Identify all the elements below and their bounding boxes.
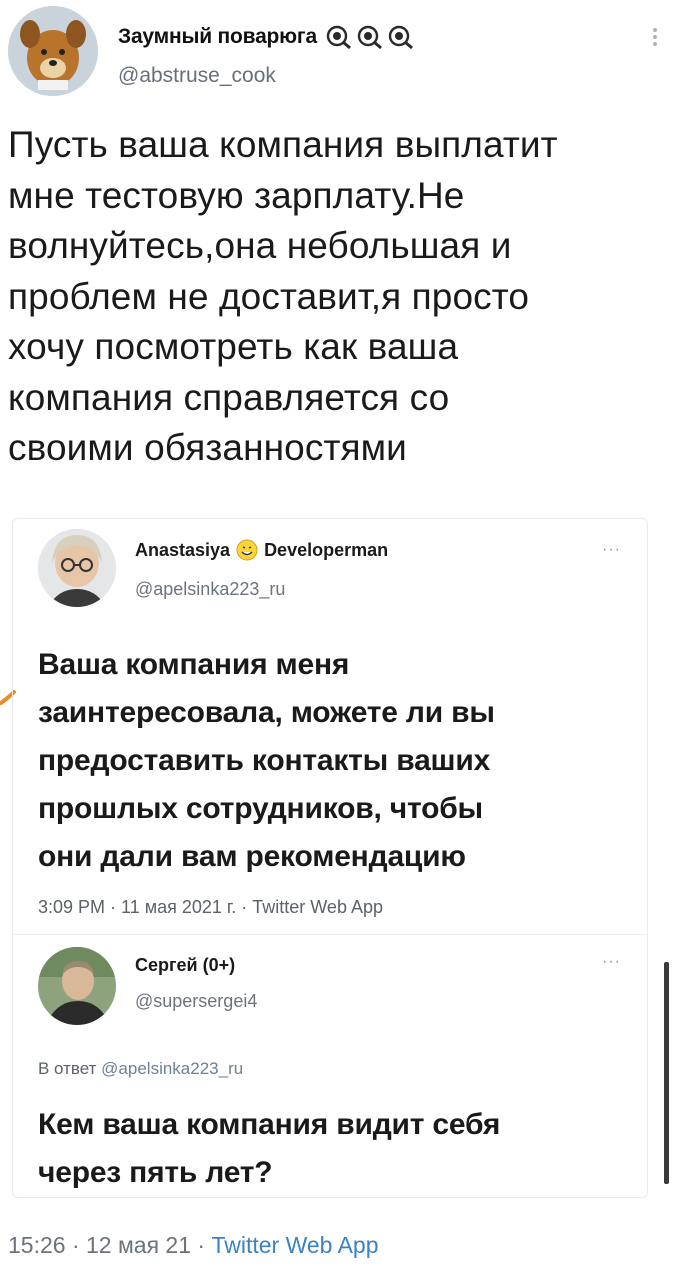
tweet-screenshot: Заумный поварюга @abstruse_cook Пусть ва… <box>0 0 673 1280</box>
tweet-meta: 15:26 · 12 мая 21 · Twitter Web App <box>8 1232 379 1259</box>
quoted-more-options-icon[interactable]: ··· <box>602 541 621 559</box>
replying-to: В ответ @apelsinka223_ru <box>38 1059 243 1079</box>
author-handle[interactable]: @abstruse_cook <box>118 64 276 88</box>
author-avatar[interactable] <box>8 6 98 96</box>
reply-author-name[interactable]: Сергей (0+) <box>135 955 235 976</box>
tweet-text-line: мне тестовую зарплату.Не <box>8 174 465 216</box>
replying-prefix: В ответ <box>38 1059 102 1078</box>
more-options-icon[interactable] <box>653 28 659 49</box>
quoted-text-line: предоставить контакты ваших <box>38 744 491 777</box>
embedded-screenshot[interactable]: Anastasiya Developerman @apelsinka223_ru… <box>12 518 648 1198</box>
quoted-text-line: Ваша компания меня <box>38 648 350 681</box>
quoted-tweet-text: Ваша компания меня заинтересовала, может… <box>38 641 618 881</box>
tweet-text: Пусть ваша компания выплатит мне тестову… <box>8 120 658 474</box>
tweet-text-line: Пусть ваша компания выплатит <box>8 124 558 165</box>
reply-author-handle[interactable]: @supersergei4 <box>135 991 257 1012</box>
reply-text-line: Кем ваша компания видит себя <box>38 1108 501 1141</box>
magnifier-badge-icon <box>326 25 351 50</box>
divider <box>13 934 647 935</box>
quoted-text-line: они дали вам рекомендацию <box>38 840 466 873</box>
badge-group <box>325 24 415 50</box>
tweet-text-line: компания справляется со <box>8 376 450 418</box>
quoted-author-name[interactable]: Anastasiya <box>135 540 230 561</box>
scrollbar[interactable] <box>664 962 669 1184</box>
replying-mention-link[interactable]: @apelsinka223_ru <box>101 1059 243 1078</box>
quoted-author-name-suffix[interactable]: Developerman <box>264 540 388 561</box>
magnifier-badge-icon <box>388 25 413 50</box>
tweet-header: Заумный поварюга @abstruse_cook <box>8 6 665 96</box>
quoted-tweet-meta: 3:09 PM · 11 мая 2021 г. · Twitter Web A… <box>38 897 383 917</box>
quoted-author-avatar[interactable] <box>38 529 116 607</box>
magnifier-badge-icon <box>357 25 382 50</box>
reply-author-avatar[interactable] <box>38 947 116 1025</box>
tweet-text-line: своими обязанностями <box>8 427 407 468</box>
quoted-text-line: заинтересовала, можете ли вы <box>38 696 495 729</box>
tweet-text-line: волнуйтесь,она небольшая и <box>8 225 512 266</box>
tweet-source-link[interactable]: Twitter Web App <box>211 1232 378 1258</box>
tweet-timestamp[interactable]: 15:26 · 12 мая 21 · <box>8 1232 211 1258</box>
reply-more-options-icon[interactable]: ··· <box>602 953 621 971</box>
tweet-text-line: проблем не доставит,я просто <box>8 275 530 317</box>
emoji-icon <box>236 539 258 561</box>
reply-text-line: через пять лет? <box>38 1156 273 1189</box>
reply-text: Кем ваша компания видит себя через пять … <box>38 1101 618 1197</box>
tweet-text-line: хочу посмотреть как ваша <box>8 326 459 367</box>
quoted-text-line: прошлых сотрудников, чтобы <box>38 792 483 825</box>
author-name[interactable]: Заумный поварюга <box>118 25 317 49</box>
quoted-author-handle[interactable]: @apelsinka223_ru <box>135 579 285 600</box>
quoted-author-name-row: Anastasiya Developerman <box>135 539 388 561</box>
author-name-row: Заумный поварюга <box>118 24 415 50</box>
